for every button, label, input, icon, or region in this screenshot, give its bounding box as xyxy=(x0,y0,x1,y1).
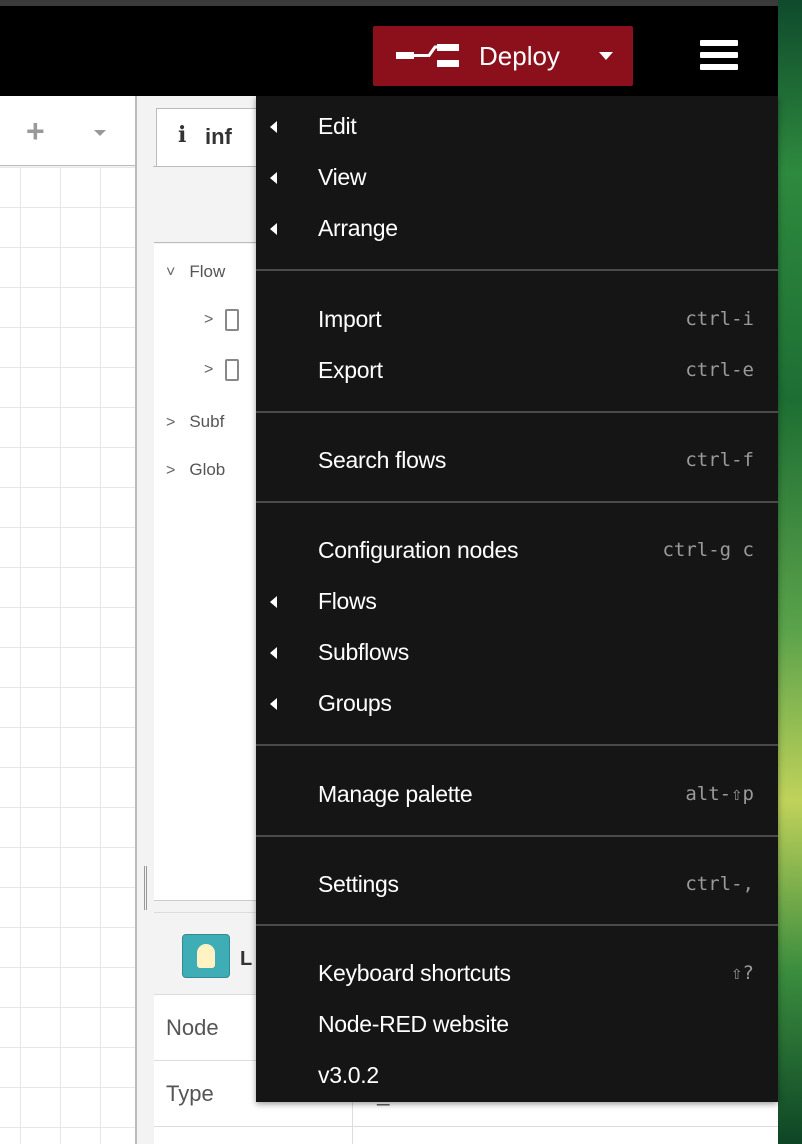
flow-icon xyxy=(225,359,240,381)
app-header: Deploy xyxy=(0,0,778,96)
caret-left-icon xyxy=(270,647,277,659)
hamburger-bar xyxy=(700,64,738,70)
flow-icon xyxy=(225,309,240,331)
menu-item-label: Flows xyxy=(318,588,377,614)
chevron-down-icon: ˅ xyxy=(166,264,176,281)
sidebar-separator[interactable] xyxy=(137,96,153,1144)
menu-item-node-red-website[interactable]: Node-RED website xyxy=(256,998,778,1048)
caret-left-icon xyxy=(270,172,277,184)
menu-item-label: Manage palette xyxy=(318,781,473,807)
deploy-icon xyxy=(396,44,459,67)
chevron-right-icon: > xyxy=(166,462,176,479)
menu-divider xyxy=(256,924,778,926)
caret-left-icon xyxy=(270,121,277,133)
menu-item-label: Subflows xyxy=(318,639,409,665)
desktop-background xyxy=(778,0,802,1144)
tree-row-subflows[interactable]: > Subf xyxy=(166,412,224,432)
menu-item-shortcut: ctrl-, xyxy=(685,873,754,895)
led-bulb-icon xyxy=(197,944,215,968)
tree-row-flow[interactable]: > xyxy=(204,309,240,331)
menu-item-shortcut: alt-⇧p xyxy=(685,783,754,805)
node-help-title: L xyxy=(240,948,253,970)
menu-item-label: Groups xyxy=(318,690,392,716)
deploy-options-button[interactable] xyxy=(588,26,624,86)
menu-item-arrange[interactable]: Arrange xyxy=(256,202,778,252)
menu-item-label: Keyboard shortcuts xyxy=(318,960,511,986)
tree-row-global[interactable]: > Glob xyxy=(166,460,225,480)
menu-item-keyboard-shortcuts[interactable]: Keyboard shortcuts ⇧? xyxy=(256,947,778,997)
menu-item-shortcut: ⇧? xyxy=(731,962,754,984)
menu-item-manage-palette[interactable]: Manage palette alt-⇧p xyxy=(256,768,778,818)
caret-left-icon xyxy=(270,698,277,710)
menu-item-edit[interactable]: Edit xyxy=(256,100,778,150)
caret-left-icon xyxy=(270,223,277,235)
menu-item-configuration-nodes[interactable]: Configuration nodes ctrl-g c xyxy=(256,524,778,574)
menu-item-label: Node-RED website xyxy=(318,1011,509,1037)
deploy-button-group[interactable]: Deploy xyxy=(373,26,633,86)
menu-divider xyxy=(256,501,778,503)
column-divider xyxy=(352,1127,353,1144)
hamburger-menu-icon[interactable] xyxy=(700,40,738,70)
main-menu-dropdown: Edit View Arrange Import ctrl-i Export c… xyxy=(256,96,778,1102)
menu-item-subflows[interactable]: Subflows xyxy=(256,626,778,676)
tab-menu-caret-icon[interactable] xyxy=(94,130,106,136)
menu-item-label: View xyxy=(318,164,367,190)
header-topline xyxy=(0,0,778,6)
menu-item-label: Search flows xyxy=(318,447,447,473)
menu-divider xyxy=(256,411,778,413)
tree-label: Subf xyxy=(189,412,225,431)
chevron-right-icon: > xyxy=(166,414,176,431)
menu-item-shortcut: ctrl-i xyxy=(685,308,754,330)
hamburger-bar xyxy=(700,40,738,46)
led-node-icon xyxy=(182,934,230,978)
menu-item-label: Edit xyxy=(318,113,357,139)
workspace-canvas[interactable] xyxy=(0,167,135,1144)
caret-left-icon xyxy=(270,596,277,608)
menu-item-label: Export xyxy=(318,357,383,383)
version-label: v3.0.2 xyxy=(318,1062,379,1088)
menu-item-label: Import xyxy=(318,306,382,332)
menu-item-shortcut: ctrl-f xyxy=(685,449,754,471)
menu-item-export[interactable]: Export ctrl-e xyxy=(256,344,778,394)
menu-item-label: Configuration nodes xyxy=(318,537,519,563)
menu-item-groups[interactable]: Groups xyxy=(256,677,778,727)
menu-item-import[interactable]: Import ctrl-i xyxy=(256,293,778,343)
property-key: Node xyxy=(166,1015,219,1040)
chevron-right-icon: > xyxy=(204,311,214,329)
menu-item-shortcut: ctrl-g c xyxy=(662,539,754,561)
caret-down-icon xyxy=(599,52,613,60)
menu-item-search-flows[interactable]: Search flows ctrl-f xyxy=(256,434,778,484)
menu-divider xyxy=(256,269,778,271)
menu-item-settings[interactable]: Settings ctrl-, xyxy=(256,858,778,908)
menu-item-view[interactable]: View xyxy=(256,151,778,201)
add-flow-tab-icon[interactable]: + xyxy=(26,115,45,147)
tree-row-flow[interactable]: > xyxy=(204,359,240,381)
workspace-tabbar xyxy=(0,96,135,166)
tree-row-flows[interactable]: ˅ Flow xyxy=(166,262,225,282)
menu-item-version: v3.0.2 xyxy=(256,1049,778,1099)
deploy-button[interactable]: Deploy xyxy=(373,26,588,86)
hamburger-bar xyxy=(700,52,738,58)
property-key: Type xyxy=(166,1081,214,1106)
menu-item-label: Settings xyxy=(318,871,399,897)
deploy-label: Deploy xyxy=(479,40,560,71)
menu-item-shortcut: ctrl-e xyxy=(685,359,754,381)
menu-divider xyxy=(256,835,778,837)
menu-divider xyxy=(256,744,778,746)
tab-info-label: inf xyxy=(205,124,232,149)
separator-grip-icon[interactable] xyxy=(144,866,147,910)
tree-label: Glob xyxy=(189,460,226,479)
table-row xyxy=(154,1126,778,1144)
menu-item-label: Arrange xyxy=(318,215,398,241)
info-icon: i xyxy=(178,122,187,148)
tree-label: Flow xyxy=(189,262,226,281)
menu-item-flows[interactable]: Flows xyxy=(256,575,778,625)
chevron-right-icon: > xyxy=(204,361,214,379)
